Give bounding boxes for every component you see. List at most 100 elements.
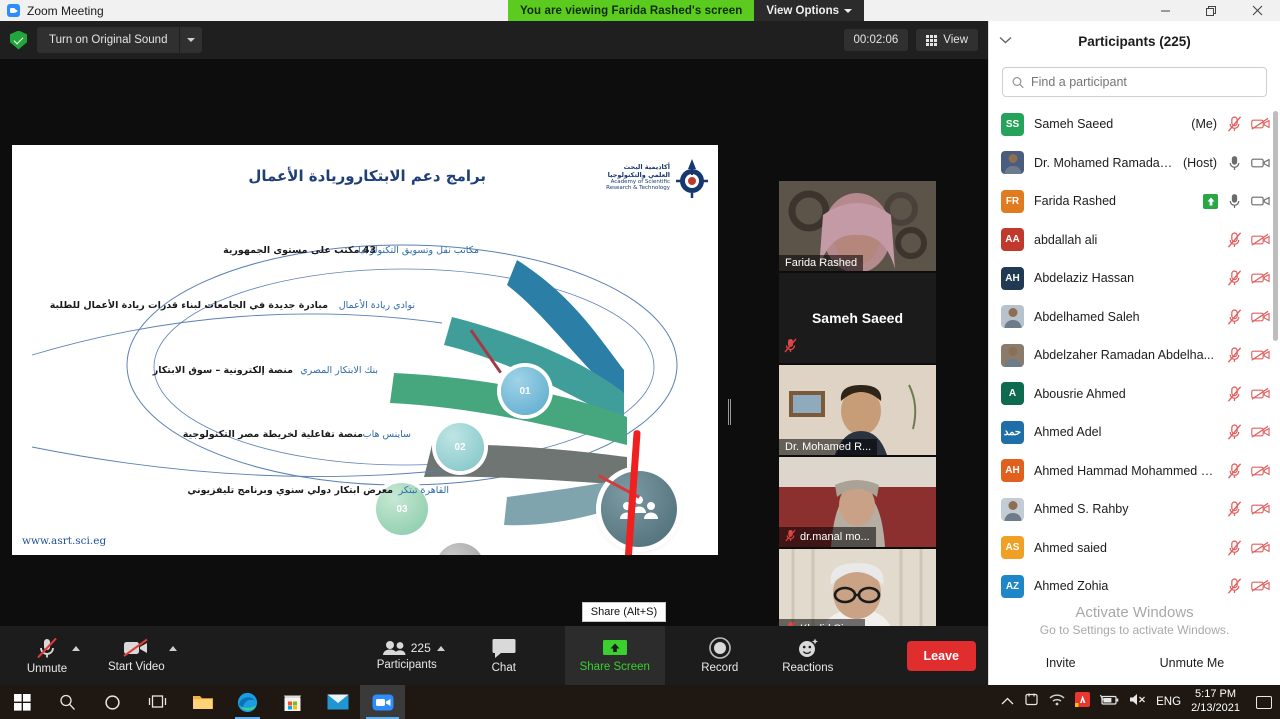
record-icon [708, 637, 731, 659]
participants-scrollbar[interactable] [1273, 111, 1278, 341]
video-options-chevron-icon[interactable] [168, 646, 177, 651]
participant-name: Ahmed Adel [1034, 425, 1102, 440]
record-button[interactable]: Record [687, 626, 753, 685]
participants-list[interactable]: SS Sameh Saeed (Me) Dr. Mohamed Ramadan ..… [989, 105, 1280, 609]
start-video-label: Start Video [108, 661, 165, 673]
mic-muted-icon [1227, 424, 1242, 440]
unmute-button[interactable]: Unmute [14, 626, 80, 685]
task-view-button[interactable] [135, 685, 180, 719]
avatar: AH [1001, 266, 1024, 290]
avast-icon[interactable] [1075, 692, 1091, 712]
participant-row[interactable]: AA abdallah ali [989, 221, 1280, 260]
participant-row[interactable]: Ahmed S. Rahby [989, 490, 1280, 529]
participant-status-icons [1227, 270, 1270, 286]
action-center-icon[interactable] [1256, 695, 1272, 709]
store-icon [284, 695, 301, 711]
participant-status-icons [1203, 193, 1270, 209]
view-layout-button[interactable]: View [916, 29, 978, 51]
panel-collapse-button[interactable] [999, 33, 1012, 47]
mail-button[interactable] [315, 685, 360, 719]
participant-status-icons [1227, 347, 1270, 363]
mic-muted-icon [1227, 501, 1242, 517]
participants-options-chevron-icon[interactable] [436, 646, 445, 651]
participant-row[interactable]: AH Ahmed Hammad Mohammed E... [989, 452, 1280, 491]
participants-panel-header: Participants (225) [989, 21, 1280, 61]
avatar [1001, 497, 1024, 521]
zoom-taskbar-button[interactable] [360, 685, 405, 719]
participant-role-tag: (Host) [1182, 155, 1217, 170]
original-sound-label[interactable]: Turn on Original Sound [37, 27, 180, 53]
video-tile-name: dr.manal mo... [779, 527, 876, 547]
edge-button[interactable] [225, 685, 270, 719]
participant-status-icons [1227, 116, 1270, 132]
participant-row[interactable]: Abdelzaher Ramadan Abdelha... [989, 336, 1280, 375]
file-explorer-button[interactable] [180, 685, 225, 719]
participant-row[interactable]: AS Ahmed saied [989, 529, 1280, 568]
participant-search-box[interactable] [1002, 67, 1267, 97]
reactions-icon [798, 638, 818, 657]
share-screen-button[interactable]: Share (Alt+S) Share Screen [564, 602, 667, 685]
chat-button[interactable]: Chat [471, 626, 537, 685]
video-muted-icon [1251, 541, 1270, 554]
participant-row[interactable]: A Abousrie Ahmed [989, 375, 1280, 414]
reactions-button[interactable]: Reactions [775, 626, 841, 685]
leave-meeting-button[interactable]: Leave [906, 640, 976, 671]
participant-row[interactable]: MAlaa Mohamed [989, 606, 1280, 610]
close-icon[interactable] [1234, 0, 1280, 21]
mic-muted-icon [1227, 347, 1242, 363]
video-tile-dr-manal[interactable]: dr.manal mo... [779, 457, 936, 547]
avatar: حمد [1001, 420, 1024, 444]
start-button[interactable] [0, 685, 45, 719]
cortana-button[interactable] [90, 685, 135, 719]
invite-button[interactable]: Invite [1032, 652, 1090, 674]
participant-row[interactable]: AZ Ahmed Zohia [989, 567, 1280, 606]
shared-screen-stage[interactable]: برامج دعم الابتكاروريادة الأعمال أكاديمي… [0, 59, 988, 673]
participant-name: abdallah ali [1034, 232, 1098, 247]
avatar: FR [1001, 189, 1024, 213]
avatar: AZ [1001, 574, 1024, 598]
audio-options-chevron-icon[interactable] [72, 646, 80, 651]
onedrive-icon[interactable] [1024, 693, 1039, 712]
view-options-button[interactable]: View Options [754, 0, 864, 21]
video-tile-dr-mohamed-r[interactable]: Dr. Mohamed R... [779, 365, 936, 455]
minimize-icon[interactable] [1142, 0, 1188, 21]
video-tile-sameh-saeed[interactable]: Sameh Saeed [779, 273, 936, 363]
restore-icon[interactable] [1188, 0, 1234, 21]
video-muted-icon [123, 638, 148, 657]
participant-row[interactable]: AH Abdelaziz Hassan [989, 259, 1280, 298]
search-input[interactable] [1031, 75, 1257, 89]
mic-muted-icon [1227, 386, 1242, 402]
start-video-button[interactable]: Start Video [102, 626, 177, 685]
original-sound-dropdown[interactable] [180, 27, 203, 53]
original-sound-control[interactable]: Turn on Original Sound [37, 27, 203, 53]
wifi-icon[interactable] [1049, 693, 1065, 711]
language-indicator[interactable]: ENG [1156, 696, 1181, 708]
unmute-me-button[interactable]: Unmute Me [1146, 652, 1239, 674]
battery-icon[interactable] [1100, 693, 1119, 711]
shield-check-icon[interactable] [10, 30, 27, 50]
participant-row[interactable]: Abdelhamed Saleh [989, 298, 1280, 337]
participant-row[interactable]: FR Farida Rashed [989, 182, 1280, 221]
asrt-logo: أكاديمية البحث العلمي والتكنولوجيا Acade… [606, 157, 710, 199]
participant-row[interactable]: Dr. Mohamed Ramadan ... (Host) [989, 144, 1280, 183]
mail-icon [327, 694, 348, 710]
participants-button[interactable]: 225 Participants [371, 626, 445, 685]
slide-row-2-blue: نوادي ريادة الأعمال [338, 300, 415, 311]
video-tile-name-text: dr.manal mo... [800, 531, 870, 543]
search-button[interactable] [45, 685, 90, 719]
mic-muted-icon [785, 529, 796, 545]
microsoft-store-button[interactable] [270, 685, 315, 719]
top-toolbar-right: 00:02:06 View [843, 29, 978, 51]
clock[interactable]: 5:17 PM 2/13/2021 [1191, 688, 1240, 716]
participant-row[interactable]: SS Sameh Saeed (Me) [989, 105, 1280, 144]
participant-row[interactable]: حمد Ahmed Adel [989, 413, 1280, 452]
participants-panel-footer: Invite Unmute Me [989, 641, 1280, 685]
video-tile-placeholder-name: Sameh Saeed [779, 273, 936, 363]
avatar [1001, 305, 1024, 329]
volume-muted-icon[interactable] [1129, 693, 1146, 711]
show-hidden-icons[interactable] [1001, 693, 1014, 711]
filmstrip-resize-handle[interactable] [728, 399, 732, 425]
participant-status-icons [1227, 232, 1270, 248]
video-tile-farida-rashed[interactable]: Farida Rashed [779, 181, 936, 271]
participant-name: Ahmed Hammad Mohammed E... [1034, 463, 1217, 478]
